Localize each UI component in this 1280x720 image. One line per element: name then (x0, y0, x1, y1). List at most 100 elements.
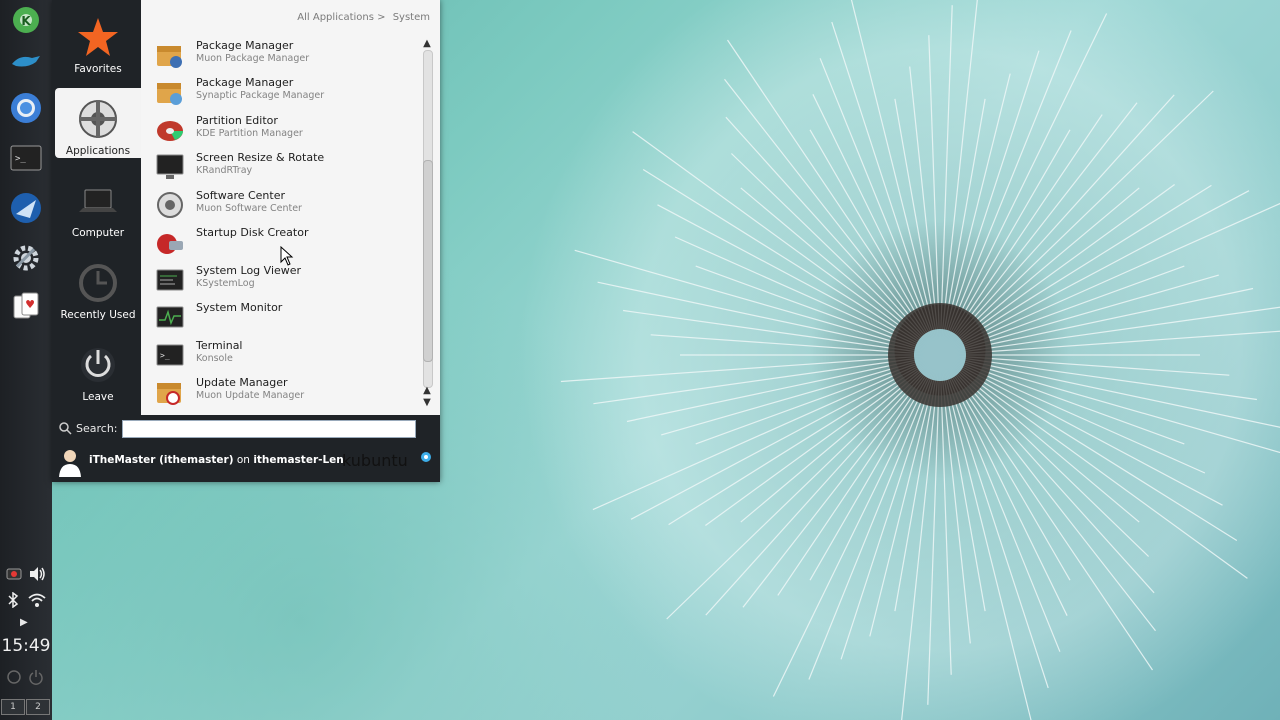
tab-computer[interactable]: Computer (55, 170, 141, 240)
dandelion-ray (724, 78, 941, 356)
dandelion-ray (705, 354, 941, 616)
list-item-muon-package-manager[interactable]: Package Manager Muon Package Manager (155, 37, 425, 73)
package-icon (157, 46, 182, 68)
software-center-icon (157, 192, 183, 218)
desktop-2[interactable]: 2 (26, 699, 50, 715)
scroll-up-icon[interactable]: ▲ (421, 38, 433, 50)
item-subtitle: KSystemLog (196, 278, 255, 289)
search-icon (59, 422, 72, 435)
breadcrumb-all-applications[interactable]: All Applications > (297, 12, 385, 23)
scroll-up-lower-icon[interactable]: ▲ (421, 385, 433, 397)
item-title: Partition Editor (196, 114, 278, 127)
application-launcher-menu: Favorites Applications Computer Recently… (52, 0, 440, 482)
breadcrumb: All Applications > System (293, 12, 430, 23)
item-subtitle: Synaptic Package Manager (196, 90, 325, 101)
item-title: Package Manager (196, 76, 294, 89)
kubuntu-logo-text: kubuntu (342, 451, 408, 470)
svg-text:K: K (21, 14, 31, 28)
dandelion-ray (630, 354, 941, 520)
volume-icon[interactable] (28, 566, 46, 586)
power-icon[interactable] (28, 669, 44, 689)
dandelion-ray (593, 354, 941, 405)
list-item-system-monitor[interactable]: System Monitor (155, 299, 425, 335)
log-viewer-icon (156, 269, 184, 291)
thunderbird-icon[interactable] (8, 190, 44, 226)
desktop-1[interactable]: 1 (1, 699, 25, 715)
cards-icon[interactable]: ♥ (8, 288, 44, 324)
power-icon (81, 348, 115, 382)
list-item-system-log-viewer[interactable]: System Log Viewer KSystemLog (155, 262, 425, 298)
item-title: Terminal (196, 339, 243, 352)
left-panel: K >_ ♥ ▶ 15:49 1 2 (0, 0, 52, 720)
kde-icon[interactable]: K (8, 2, 44, 38)
tab-applications[interactable]: Applications (55, 88, 141, 158)
chromium-icon[interactable] (8, 90, 44, 126)
tab-label: Applications (65, 145, 131, 157)
tab-recently-used[interactable]: Recently Used (55, 252, 141, 322)
star-icon (78, 18, 118, 56)
user-name: iTheMaster (ithemaster) (89, 454, 234, 466)
startup-disk-icon (157, 234, 183, 254)
user-row: iTheMaster (ithemaster) on ithemaster-Le… (52, 445, 440, 479)
terminal-icon[interactable]: >_ (8, 140, 44, 176)
applications-icon (79, 100, 117, 138)
dandelion-ray (939, 354, 1238, 542)
host-name: ithemaster-Lenovo (253, 454, 343, 466)
dandelion-ray (808, 354, 941, 680)
tab-leave[interactable]: Leave (55, 334, 141, 404)
search-row: Search: (52, 415, 440, 443)
dandelion-ray (939, 202, 1280, 356)
item-title: Update Manager (196, 376, 288, 389)
record-icon[interactable] (6, 567, 22, 585)
item-title: Software Center (196, 189, 286, 202)
user-on: on (236, 454, 250, 466)
bluetooth-icon[interactable] (7, 591, 19, 612)
expand-tray-icon[interactable]: ▶ (20, 617, 28, 628)
item-subtitle: Muon Package Manager (196, 53, 310, 64)
dandelion-ray (939, 354, 1156, 632)
dandelion-ray (939, 354, 1049, 689)
list-item-software-center[interactable]: Software Center Muon Software Center (155, 187, 425, 223)
laptop-icon (79, 189, 117, 212)
list-item-update-manager[interactable]: Update Manager Muon Update Manager (155, 374, 425, 410)
dandelion-ray (642, 168, 941, 356)
dandelion-ray (939, 354, 1032, 720)
dandelion-ray (850, 0, 941, 356)
dolphin-icon[interactable] (8, 44, 44, 80)
item-subtitle: Muon Software Center (196, 203, 302, 214)
settings-icon[interactable] (8, 240, 44, 276)
svg-text:>_: >_ (15, 154, 26, 164)
clock[interactable]: 15:49 (0, 636, 52, 656)
application-list: All Applications > System Package Manage… (141, 0, 440, 415)
category-tabs: Favorites Applications Computer Recently… (52, 0, 141, 415)
scroll-thumb[interactable] (423, 160, 433, 362)
tab-favorites[interactable]: Favorites (55, 6, 141, 76)
avatar (59, 450, 81, 477)
dandelion-ray (939, 190, 1250, 356)
search-input[interactable] (122, 420, 416, 438)
wifi-icon[interactable] (28, 592, 46, 612)
list-item-partition-editor[interactable]: Partition Editor KDE Partition Manager (155, 112, 425, 148)
dandelion-ray (939, 94, 1175, 356)
lock-icon[interactable] (6, 669, 22, 689)
tab-label: Favorites (74, 63, 122, 75)
item-subtitle: Muon Update Manager (196, 390, 305, 401)
tab-label: Recently Used (60, 309, 136, 321)
dandelion-ray (560, 354, 941, 383)
clock-icon (79, 264, 117, 302)
svg-text:>_: >_ (160, 351, 170, 360)
scrollbar[interactable]: ▲ ▲ ▼ (421, 38, 433, 413)
list-item-synaptic-package-manager[interactable]: Package Manager Synaptic Package Manager (155, 74, 425, 110)
item-title: Screen Resize & Rotate (196, 151, 325, 164)
list-item-terminal[interactable]: >_ Terminal Konsole (155, 337, 425, 373)
mouse-cursor-icon (280, 246, 294, 266)
scroll-down-icon[interactable]: ▼ (421, 397, 433, 409)
item-title: Package Manager (196, 39, 294, 52)
list-item-screen-resize-rotate[interactable]: Screen Resize & Rotate KRandRTray (155, 149, 425, 185)
kubuntu-logo-icon (421, 452, 431, 462)
system-monitor-icon (156, 306, 184, 328)
item-subtitle: KRandRTray (196, 165, 253, 176)
terminal-icon: >_ (156, 344, 184, 366)
dandelion-ray (939, 354, 1248, 579)
search-label: Search: (76, 422, 118, 435)
